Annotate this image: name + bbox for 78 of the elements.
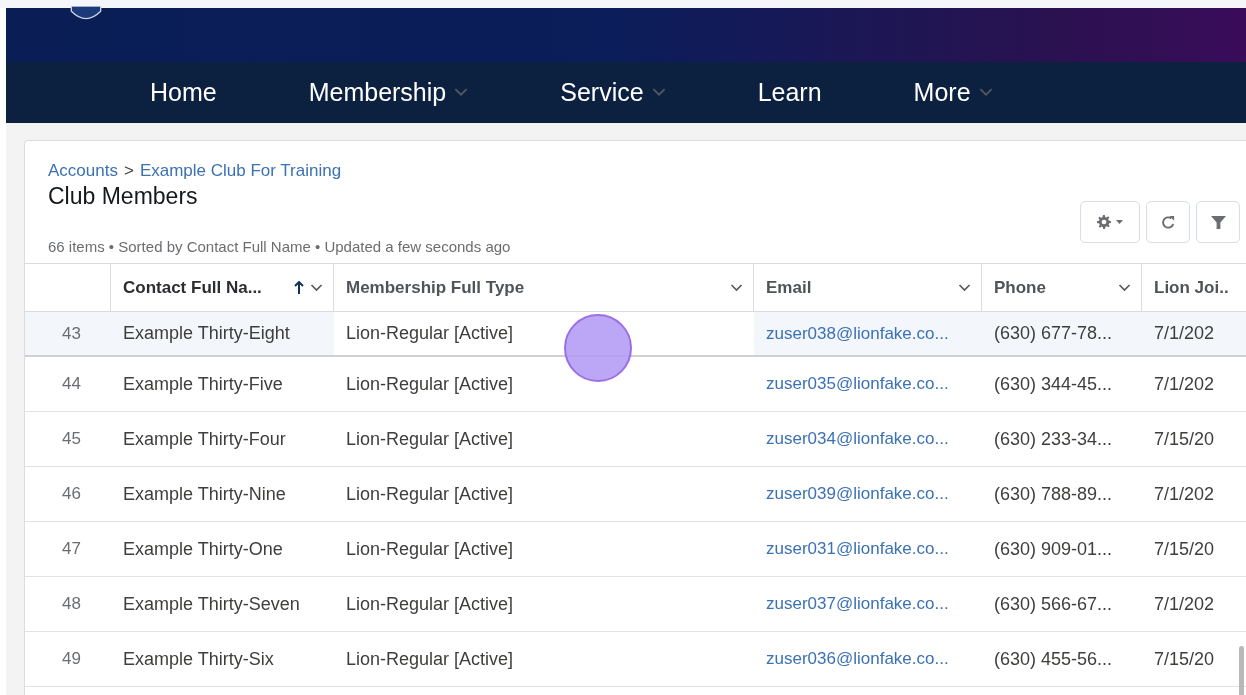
row-number: 44 [61,373,82,395]
email-link[interactable]: zuser038@lionfake.co... [766,323,949,344]
chevron-down-icon [310,283,323,292]
table-cell: Lion-Regular [Active] [346,323,514,344]
chevron-down-icon [978,88,993,97]
scrollbar[interactable] [1239,646,1244,695]
table-cell: Example Thirty-Four [123,428,286,450]
table-cell: Lion-Regular [Active] [346,373,514,395]
table-cell: (630) 909-01... [994,538,1113,560]
chevron-down-icon [651,88,666,97]
chevron-down-icon [454,88,469,97]
table-cell: Example Thirty-Eight [123,323,290,344]
chevron-down-icon [958,283,971,292]
table-cell: Lion-Regular [Active] [346,593,514,615]
nav-link[interactable]: Service [560,78,666,107]
nav-link[interactable]: Learn [757,78,822,107]
table-cell: Lion-Regular [Active] [346,428,514,450]
chevron-down-icon [730,283,743,292]
table-cell: 7/15/20 [1154,538,1215,560]
settings-button[interactable] [1080,201,1140,243]
table-cell: Lion-Regular [Active] [346,538,514,560]
email-link[interactable]: zuser036@lionfake.co... [766,649,949,669]
list-info: 66 items • Sorted by Contact Full Name • Updated a few seconds ago [48,238,511,255]
table-cell: Example Thirty-Seven [123,593,300,615]
table-cell: (630) 788-89... [994,483,1113,505]
table-cell: (630) 455-56... [994,648,1113,670]
breadcrumb-link[interactable]: Example Club For Training [139,161,342,181]
email-link[interactable]: zuser037@lionfake.co... [766,594,949,614]
table-cell: 7/15/20 [1154,648,1215,670]
table-cell: Example Thirty-Six [123,648,274,670]
email-link[interactable]: zuser031@lionfake.co... [766,539,949,559]
column-header[interactable]: Phone [982,264,1142,311]
filter-button[interactable] [1196,201,1240,243]
table-cell: (630) 233-34... [994,428,1113,450]
table-cell: Lion-Regular [Active] [346,648,514,670]
column-header[interactable]: Lion Joi.. [1142,264,1246,311]
nav-link[interactable]: Home [150,78,217,107]
table-cell: (630) 566-67... [994,593,1113,615]
table-cell: Example Thirty-One [123,538,283,560]
table-cell: (630) 344-45... [994,373,1113,395]
table-row[interactable]: 47 Example Thirty-One Lion-Regular [Active] zuser031@lionfake.co... (630) 909-01... 7/15/20 [25,522,1246,577]
table-cell: Lion-Regular [Active] [346,483,514,505]
column-header[interactable]: Contact Full Na... [111,264,334,311]
table-row[interactable]: 46 Example Thirty-Nine Lion-Regular [Active] zuser039@lionfake.co... (630) 788-89... 7/1/202 [25,467,1246,522]
email-link[interactable]: zuser039@lionfake.co... [766,484,949,504]
settings-icon [1097,215,1111,229]
column-header[interactable]: Email [754,264,982,311]
breadcrumb-link[interactable]: Accounts [48,161,118,181]
table-row[interactable]: 43 Example Thirty-Eight Lion-Regular [Active] zuser038@lionfake.co... (630) 677-78... 7/1/202 [25,312,1246,357]
table-cell: Example Thirty-Nine [123,483,286,505]
nav-link[interactable]: More [913,78,993,107]
refresh-icon [1160,214,1176,230]
chevron-down-icon [1118,283,1131,292]
table-cell: 7/1/202 [1154,483,1215,505]
table-cell: 7/15/20 [1154,428,1215,450]
arrow-up-icon [294,280,304,295]
table-row[interactable]: 48 Example Thirty-Seven Lion-Regular [Active] zuser037@lionfake.co... (630) 566-67... 7/1/202 [25,577,1246,632]
email-link[interactable]: zuser035@lionfake.co... [766,374,949,394]
table-cell: 7/1/202 [1154,373,1215,395]
row-number: 43 [61,322,82,345]
nav-link[interactable]: Membership [308,78,469,107]
refresh-button[interactable] [1146,201,1190,243]
caret-icon [1116,220,1123,224]
row-number: 45 [61,428,82,450]
filter-icon [1210,214,1226,230]
table-row[interactable]: 45 Example Thirty-Four Lion-Regular [Active] zuser034@lionfake.co... (630) 233-34... 7/15/20 [25,412,1246,467]
row-number: 48 [61,593,82,615]
table-cell: 7/1/202 [1154,323,1215,344]
row-number: 46 [61,483,82,505]
column-header[interactable]: Membership Full Type [334,264,754,311]
email-link[interactable]: zuser034@lionfake.co... [766,429,949,449]
table-cell: 7/1/202 [1154,593,1215,615]
breadcrumb-separator: > [123,161,134,181]
table-cell: Example Thirty-Five [123,373,283,395]
row-number: 49 [61,648,82,670]
page-title: Club Members [48,183,199,210]
row-number: 47 [61,538,82,560]
table-cell: (630) 677-78... [994,323,1113,344]
